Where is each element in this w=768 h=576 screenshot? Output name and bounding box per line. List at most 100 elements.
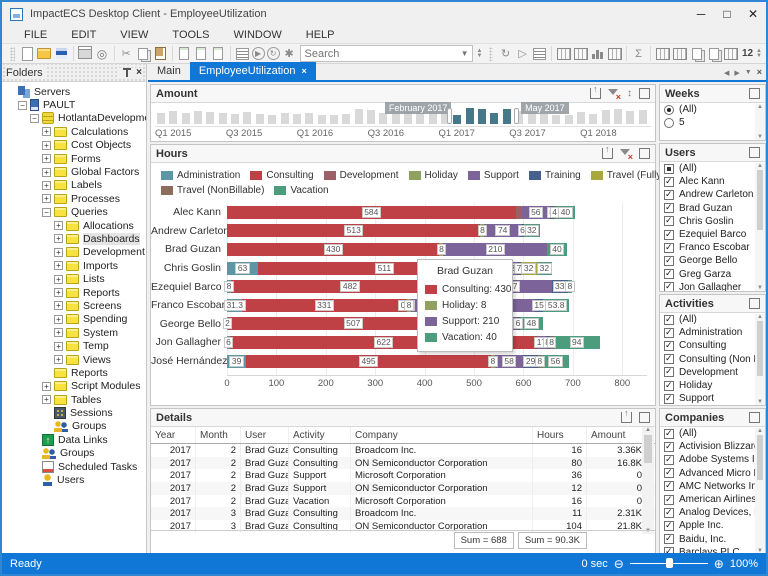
segment-administration[interactable]: 8 <box>224 280 234 294</box>
filter-item-american-airlines-gr[interactable]: American Airlines Gr <box>660 493 765 506</box>
menu-window[interactable]: WINDOW <box>234 29 282 41</box>
filter-item-adobe-systems-inco[interactable]: Adobe Systems Inco <box>660 453 765 466</box>
tree-item-calculations[interactable]: + Calculations <box>2 125 146 138</box>
close-panel-icon[interactable]: × <box>136 68 142 78</box>
segment-vacation[interactable]: 32 <box>523 224 540 238</box>
tree-item-data-links[interactable]: ↑ Data Links <box>2 433 146 446</box>
segment-vacation[interactable]: 40 <box>547 242 567 256</box>
tree-expander-icon[interactable]: − <box>30 113 39 123</box>
tree-item-tables[interactable]: + Tables <box>2 393 146 406</box>
segment-training[interactable]: 7 <box>514 261 524 275</box>
table-row[interactable]: 20172Brad GuzanConsultingBroadcom Inc.16… <box>151 444 655 457</box>
table-export-icon[interactable] <box>672 46 687 61</box>
segment-travel-nonbillable-[interactable]: 8 <box>546 335 557 349</box>
segment-support[interactable]: 58 <box>494 354 524 368</box>
tree-expander-icon[interactable]: − <box>18 100 27 110</box>
number-format-icon[interactable]: 12 <box>740 46 755 61</box>
column-header-activity[interactable]: Activity <box>289 427 351 443</box>
filter-item-consulting[interactable]: Consulting <box>660 339 765 352</box>
filter-item-support[interactable]: Support <box>660 392 765 405</box>
segment-vacation[interactable]: 32 <box>536 261 553 275</box>
tree-expander-icon[interactable]: + <box>42 154 51 164</box>
segment-training[interactable]: 6 <box>517 224 528 238</box>
scroll-up-icon[interactable]: ▲ <box>757 428 763 434</box>
tree-expander-icon[interactable]: + <box>42 194 51 204</box>
scroll-down-icon[interactable]: ▼ <box>757 134 763 140</box>
query-zoom-icon[interactable] <box>655 46 670 61</box>
table-row[interactable]: 20172Brad GuzanConsultingON Semiconducto… <box>151 456 655 470</box>
tree-item-development[interactable]: + Development <box>2 246 146 259</box>
tree-expander-icon[interactable]: − <box>42 207 51 217</box>
tree-item-scheduled-tasks[interactable]: Scheduled Tasks <box>2 460 146 473</box>
tree-item-screens[interactable]: + Screens <box>2 299 146 312</box>
text-field-icon[interactable] <box>607 46 622 61</box>
tree-item-hotlantadevelopment[interactable]: − HotlantaDevelopment <box>2 112 146 125</box>
tree-item-groups[interactable]: Groups <box>2 420 146 433</box>
export-icon[interactable] <box>590 84 601 99</box>
refresh-icon[interactable]: ↻ <box>266 47 280 60</box>
table-row[interactable]: 20172Brad GuzanSupportMicrosoft Corporat… <box>151 469 655 483</box>
filter-item-development[interactable]: Development <box>660 366 765 379</box>
range-handle-left[interactable] <box>447 108 453 124</box>
copy-icon[interactable] <box>136 46 151 61</box>
table-row[interactable]: 20172Brad GuzanSupportON Semiconductor C… <box>151 482 655 495</box>
filter-item-activision-blizzard-i[interactable]: Activision Blizzard, I <box>660 440 765 453</box>
order-icon[interactable]: ↕ <box>627 88 632 99</box>
scroll-thumb[interactable] <box>644 435 652 463</box>
tree-expander-icon[interactable]: + <box>42 140 51 150</box>
save-icon[interactable] <box>54 46 69 61</box>
scroll-up-icon[interactable]: ▲ <box>757 314 763 320</box>
filter-item-advanced-micro-dev[interactable]: Advanced Micro Dev <box>660 467 765 480</box>
segment-administration[interactable]: 6 <box>223 335 234 349</box>
cut-icon[interactable]: ✂ <box>119 46 134 61</box>
tree-expander-icon[interactable]: + <box>54 355 63 364</box>
print-icon[interactable] <box>78 46 93 61</box>
tree-expander-icon[interactable]: + <box>54 247 63 257</box>
column-header-company[interactable]: Company <box>351 427 533 443</box>
export-item-icon[interactable] <box>194 46 209 61</box>
segment-vacation[interactable]: 48 <box>519 317 544 331</box>
clear-filter-icon[interactable] <box>608 88 621 102</box>
details-scrollbar[interactable]: ▲ ▼ <box>642 427 654 534</box>
maximize-panel-icon[interactable] <box>639 412 650 423</box>
filter-item-george-bello[interactable]: George Bello <box>660 254 765 267</box>
segment-consulting[interactable]: 430 <box>227 242 440 256</box>
segment-training[interactable]: 15 <box>531 298 547 312</box>
segment-holiday[interactable]: 8 <box>404 298 414 312</box>
segment-consulting[interactable]: 513 <box>227 224 481 238</box>
open-folder-icon[interactable] <box>37 46 52 61</box>
tree-item-reports[interactable]: Reports <box>2 366 146 379</box>
toolbar-overflow-icon[interactable]: ▲ ▼ <box>756 48 762 59</box>
menu-tools[interactable]: TOOLS <box>172 29 209 41</box>
maximize-panel-icon[interactable] <box>639 148 650 159</box>
segment-administration[interactable]: 63 <box>227 261 259 275</box>
maximize-panel-icon[interactable] <box>639 88 650 99</box>
paste-icon[interactable] <box>153 46 168 61</box>
filter-item-brad-guzan[interactable]: Brad Guzan <box>660 202 765 215</box>
scroll-up-icon[interactable]: ▲ <box>645 427 651 433</box>
bar-andrew-carleton[interactable]: 513 8 74 6 32 <box>227 224 540 238</box>
bar-franco-escobar[interactable]: 31.33310.581553.8 <box>223 298 570 312</box>
bar-chart-icon[interactable] <box>590 46 605 61</box>
zoom-in-icon[interactable]: ⊕ <box>714 557 724 571</box>
tree-expander-icon[interactable]: + <box>54 301 63 311</box>
scroll-up-icon[interactable]: ▲ <box>757 104 763 110</box>
pin-icon[interactable] <box>122 68 132 77</box>
filter-item-baidu-inc-[interactable]: Baidu, Inc. <box>660 533 765 546</box>
filter-item-andrew-carleton[interactable]: Andrew Carleton <box>660 188 765 201</box>
filter-item--all-[interactable]: (All) <box>660 427 765 440</box>
filter-item--all-[interactable]: (All) <box>660 162 765 175</box>
amount-range-selector[interactable]: February 2017 May 2017 <box>155 102 651 124</box>
zoom-out-icon[interactable]: ⊖ <box>614 557 624 571</box>
filter-item-administration[interactable]: Administration <box>660 326 765 339</box>
tree-expander-icon[interactable]: + <box>54 328 63 338</box>
filter-item-5[interactable]: 5 <box>660 116 765 129</box>
filter-item-ezequiel-barco[interactable]: Ezequiel Barco <box>660 228 765 241</box>
merge-icon[interactable] <box>689 46 704 61</box>
legend-item-development[interactable]: Development <box>323 170 399 181</box>
tree-expander-icon[interactable]: + <box>42 180 51 190</box>
legend-item-travel-nonbillable-[interactable]: Travel (NonBillable) <box>161 185 264 196</box>
segment-consulting[interactable]: 495 <box>246 354 491 368</box>
print-preview-icon[interactable] <box>95 46 110 61</box>
tree-item-spending[interactable]: + Spending <box>2 313 146 326</box>
